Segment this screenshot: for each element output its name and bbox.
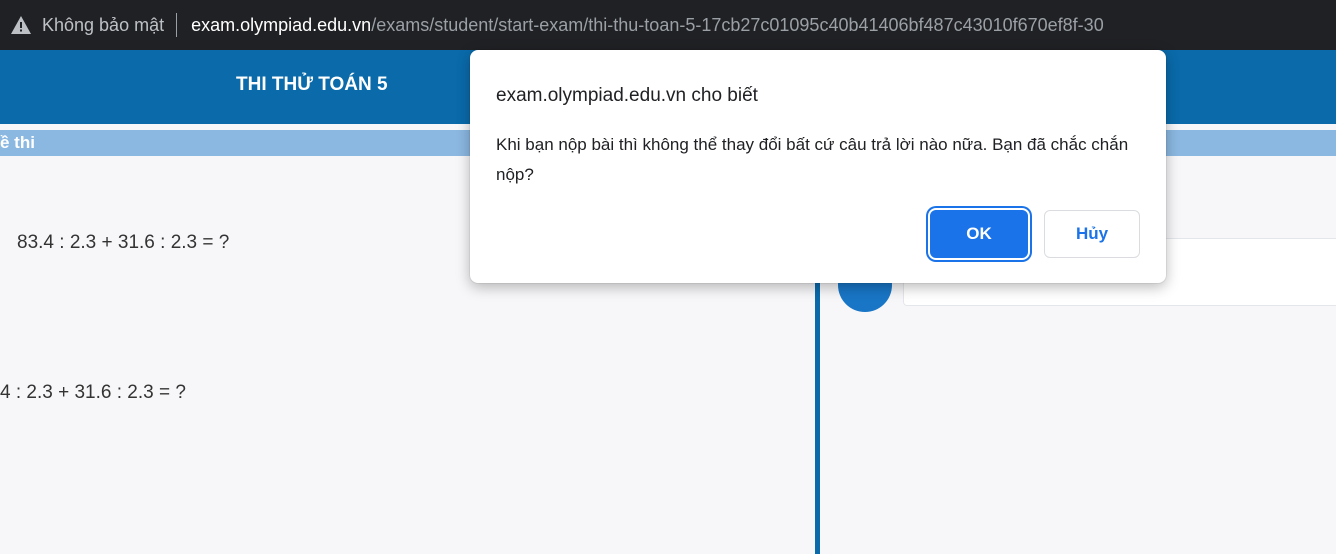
url-host: exam.olympiad.edu.vn [191,14,372,35]
url-path: /exams/student/start-exam/thi-thu-toan-5… [371,14,1104,35]
question-2-text: 4 : 2.3 + 31.6 : 2.3 = ? [0,382,186,403]
ok-button[interactable]: OK [930,210,1028,258]
address-divider [176,13,178,37]
url-text[interactable]: exam.olympiad.edu.vn/exams/student/start… [191,15,1104,36]
confirm-dialog: exam.olympiad.edu.vn cho biết Khi bạn nộ… [470,50,1166,283]
dialog-message: Khi bạn nộp bài thì không thể thay đổi b… [496,135,1129,184]
security-status-label[interactable]: Không bảo mật [42,15,164,36]
warning-triangle-icon[interactable] [10,14,32,36]
timeline-line [815,282,820,554]
cancel-button[interactable]: Hủy [1044,210,1140,258]
dialog-title: exam.olympiad.edu.vn cho biết [496,85,758,106]
browser-address-bar[interactable]: Không bảo mật exam.olympiad.edu.vn/exams… [0,0,1336,50]
section-label: ề thi [0,133,35,152]
question-1-text: 83.4 : 2.3 + 31.6 : 2.3 = ? [17,232,230,253]
exam-title: THI THỬ TOÁN 5 [236,74,388,95]
